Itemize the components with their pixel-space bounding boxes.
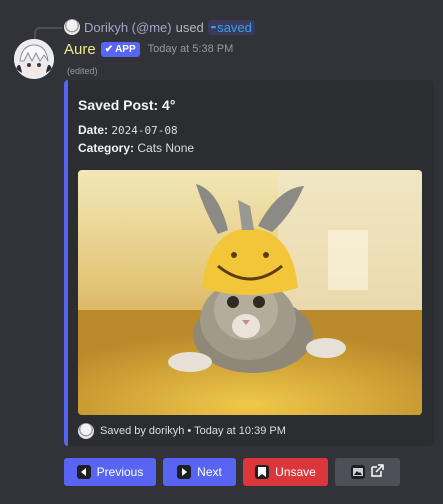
embed-image[interactable] [78, 170, 422, 415]
date-label: Date: [78, 123, 109, 137]
date-value: 2024-07-08 [111, 124, 178, 137]
reply-context[interactable]: Dorikyh (@me) used ▪▪ saved [64, 18, 255, 36]
slash-command-icon: ▪▪ [210, 22, 216, 32]
triangle-right-icon [177, 465, 192, 479]
author-name[interactable]: Aure [64, 41, 96, 58]
command-name: saved [217, 19, 252, 35]
date-field: Date: 2024-07-08 [78, 123, 178, 137]
external-link-icon [371, 464, 384, 480]
footer-avatar [78, 423, 94, 439]
reply-username[interactable]: Dorikyh (@me) [84, 20, 172, 35]
message-timestamp[interactable]: Today at 5:38 PM [148, 43, 234, 55]
app-badge-label: APP [115, 43, 136, 55]
footer-text: Saved by dorikyh • Today at 10:39 PM [100, 425, 286, 437]
next-label: Next [197, 465, 222, 479]
reply-avatar [64, 19, 80, 35]
category-field: Category: Cats None [78, 141, 194, 155]
reply-connector [34, 27, 62, 39]
checkmark-icon: ✔ [104, 43, 114, 55]
embed-title: Saved Post: 4° [78, 97, 176, 113]
image-icon [351, 465, 365, 479]
message-header: Aure ✔ APP Today at 5:38 PM [64, 39, 233, 59]
bot-avatar[interactable] [14, 39, 54, 79]
reply-used-text: used [175, 19, 204, 35]
open-link-button[interactable] [335, 458, 400, 486]
bookmark-icon [255, 465, 270, 479]
embed-card: Saved Post: 4° Date: 2024-07-08 Category… [64, 80, 434, 446]
command-mention[interactable]: ▪▪ saved [207, 19, 255, 35]
category-value: Cats None [137, 141, 195, 155]
edited-label: (edited) [67, 66, 98, 76]
triangle-left-icon [76, 465, 91, 479]
app-badge: ✔ APP [100, 41, 140, 57]
unsave-button[interactable]: Unsave [243, 458, 328, 486]
next-button[interactable]: Next [163, 458, 236, 486]
previous-label: Previous [96, 465, 144, 479]
previous-button[interactable]: Previous [64, 458, 156, 486]
category-label: Category: [78, 141, 135, 155]
unsave-label: Unsave [275, 465, 316, 479]
embed-footer: Saved by dorikyh • Today at 10:39 PM [78, 422, 286, 440]
